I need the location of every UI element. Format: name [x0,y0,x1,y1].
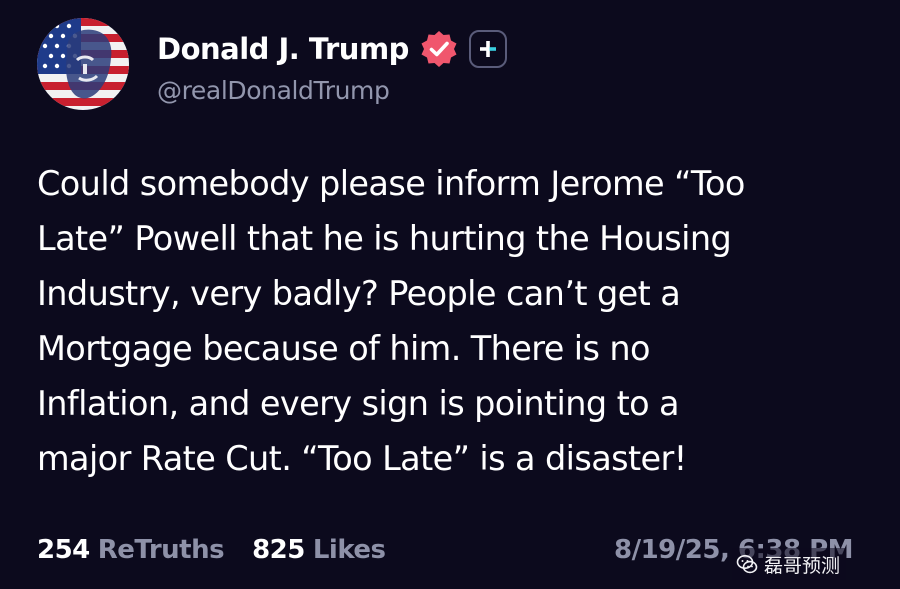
retruths-label: ReTruths [97,535,225,565]
avatar[interactable] [37,18,129,110]
author-display-name[interactable]: Donald J. Trump [157,32,409,66]
avatar-image [37,18,129,110]
likes-count: 825 [252,535,305,565]
watermark: 磊哥预测 [732,548,847,580]
post-line: Industry, very badly? People can’t get a [37,274,681,313]
post-body-text: Could somebody please inform Jerome “Too… [37,156,867,486]
retruths-stat[interactable]: 254 ReTruths [37,535,225,565]
post-line: Mortgage because of him. There is no [37,329,651,368]
post-stats: 254 ReTruths 825 Likes [37,535,414,565]
verified-badge-icon [419,29,459,69]
watermark-text: 磊哥预测 [764,554,841,577]
post-line: Inflation, and every sign is pointing to… [37,384,680,423]
truth-post: Donald J. Trump @realDonaldTrump Could s… [0,0,900,589]
author-handle[interactable]: @realDonaldTrump [157,76,390,105]
subscribe-plus-button[interactable] [468,30,507,68]
post-line: Could somebody please inform Jerome “Too [37,164,745,203]
wechat-icon [736,555,758,574]
likes-label: Likes [312,535,386,565]
post-line: Late” Powell that he is hurting the Hous… [37,219,732,258]
retruths-count: 254 [37,535,90,565]
plus-icon [479,41,496,57]
post-line: major Rate Cut. “Too Late” is a disaster… [37,439,687,478]
likes-stat[interactable]: 825 Likes [252,535,386,565]
author-name-row: Donald J. Trump [157,28,507,70]
